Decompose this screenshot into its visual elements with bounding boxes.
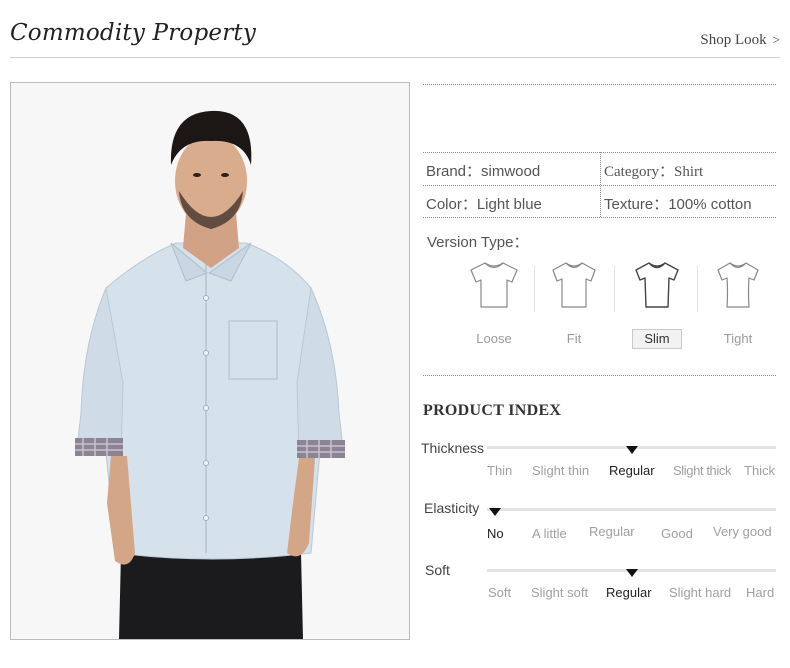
header-divider: [10, 57, 780, 58]
version-option-label: Tight: [723, 331, 753, 346]
elasticity-option: Very good: [713, 524, 772, 539]
category-value: Category：Shirt: [604, 164, 704, 180]
attr-divider-3: [423, 217, 776, 218]
thickness-option: Thick: [744, 463, 776, 478]
version-option-label: Fit: [566, 331, 582, 346]
elasticity-option: A little: [532, 526, 567, 541]
product-index-title: PRODUCT INDEX: [423, 402, 562, 419]
soft-slider-marker[interactable]: [625, 569, 638, 577]
version-option-fit[interactable]: Fit: [534, 258, 614, 348]
soft-option: Hard: [746, 585, 775, 600]
elasticity-option: Regular: [589, 524, 635, 539]
version-type-label: Version Type：: [427, 234, 529, 251]
thickness-option: Regular: [609, 463, 655, 478]
color-value: Color：Light blue: [426, 196, 542, 213]
elasticity-slider-marker[interactable]: [489, 508, 501, 516]
thickness-slider-marker[interactable]: [625, 446, 638, 454]
version-option-tight[interactable]: Tight: [698, 258, 778, 348]
thickness-option: Thin: [487, 463, 513, 478]
tight-shirt-icon: [717, 262, 759, 308]
version-separator: [614, 266, 615, 312]
thickness-option: Slight thick: [673, 463, 732, 478]
product-photo: [10, 82, 410, 640]
brand-value: Brand：simwood: [426, 163, 541, 180]
version-option-slim[interactable]: Slim: [617, 258, 697, 349]
chevron-right-icon: >: [772, 32, 780, 47]
thickness-label: Thickness: [421, 440, 485, 456]
elasticity-option: No: [487, 526, 504, 541]
elasticity-option: Good: [661, 526, 693, 541]
version-option-loose[interactable]: Loose: [454, 258, 534, 348]
model-illustration: [11, 83, 409, 639]
texture-value: Texture：100% cotton: [604, 196, 752, 213]
version-option-label: Slim: [632, 329, 682, 349]
soft-option: Slight hard: [669, 585, 732, 600]
slim-shirt-icon: [635, 262, 679, 308]
fit-shirt-icon: [552, 262, 596, 308]
loose-shirt-icon: [470, 262, 518, 308]
attr-divider-top: [423, 84, 776, 85]
version-option-label: Loose: [476, 331, 512, 346]
elasticity-slider-track[interactable]: [487, 508, 776, 511]
shop-look-link[interactable]: Shop Look >: [700, 32, 780, 49]
thickness-option: Slight thin: [532, 463, 590, 478]
elasticity-label: Elasticity: [424, 500, 480, 516]
version-divider-bottom: [423, 375, 776, 376]
soft-label: Soft: [425, 562, 450, 578]
soft-option: Slight soft: [531, 585, 589, 600]
shop-look-label: Shop Look: [700, 32, 767, 48]
soft-option: Soft: [488, 585, 512, 600]
soft-option: Regular: [606, 585, 652, 600]
attr-column-divider: [600, 152, 601, 217]
page-title: Commodity Property: [10, 20, 257, 46]
